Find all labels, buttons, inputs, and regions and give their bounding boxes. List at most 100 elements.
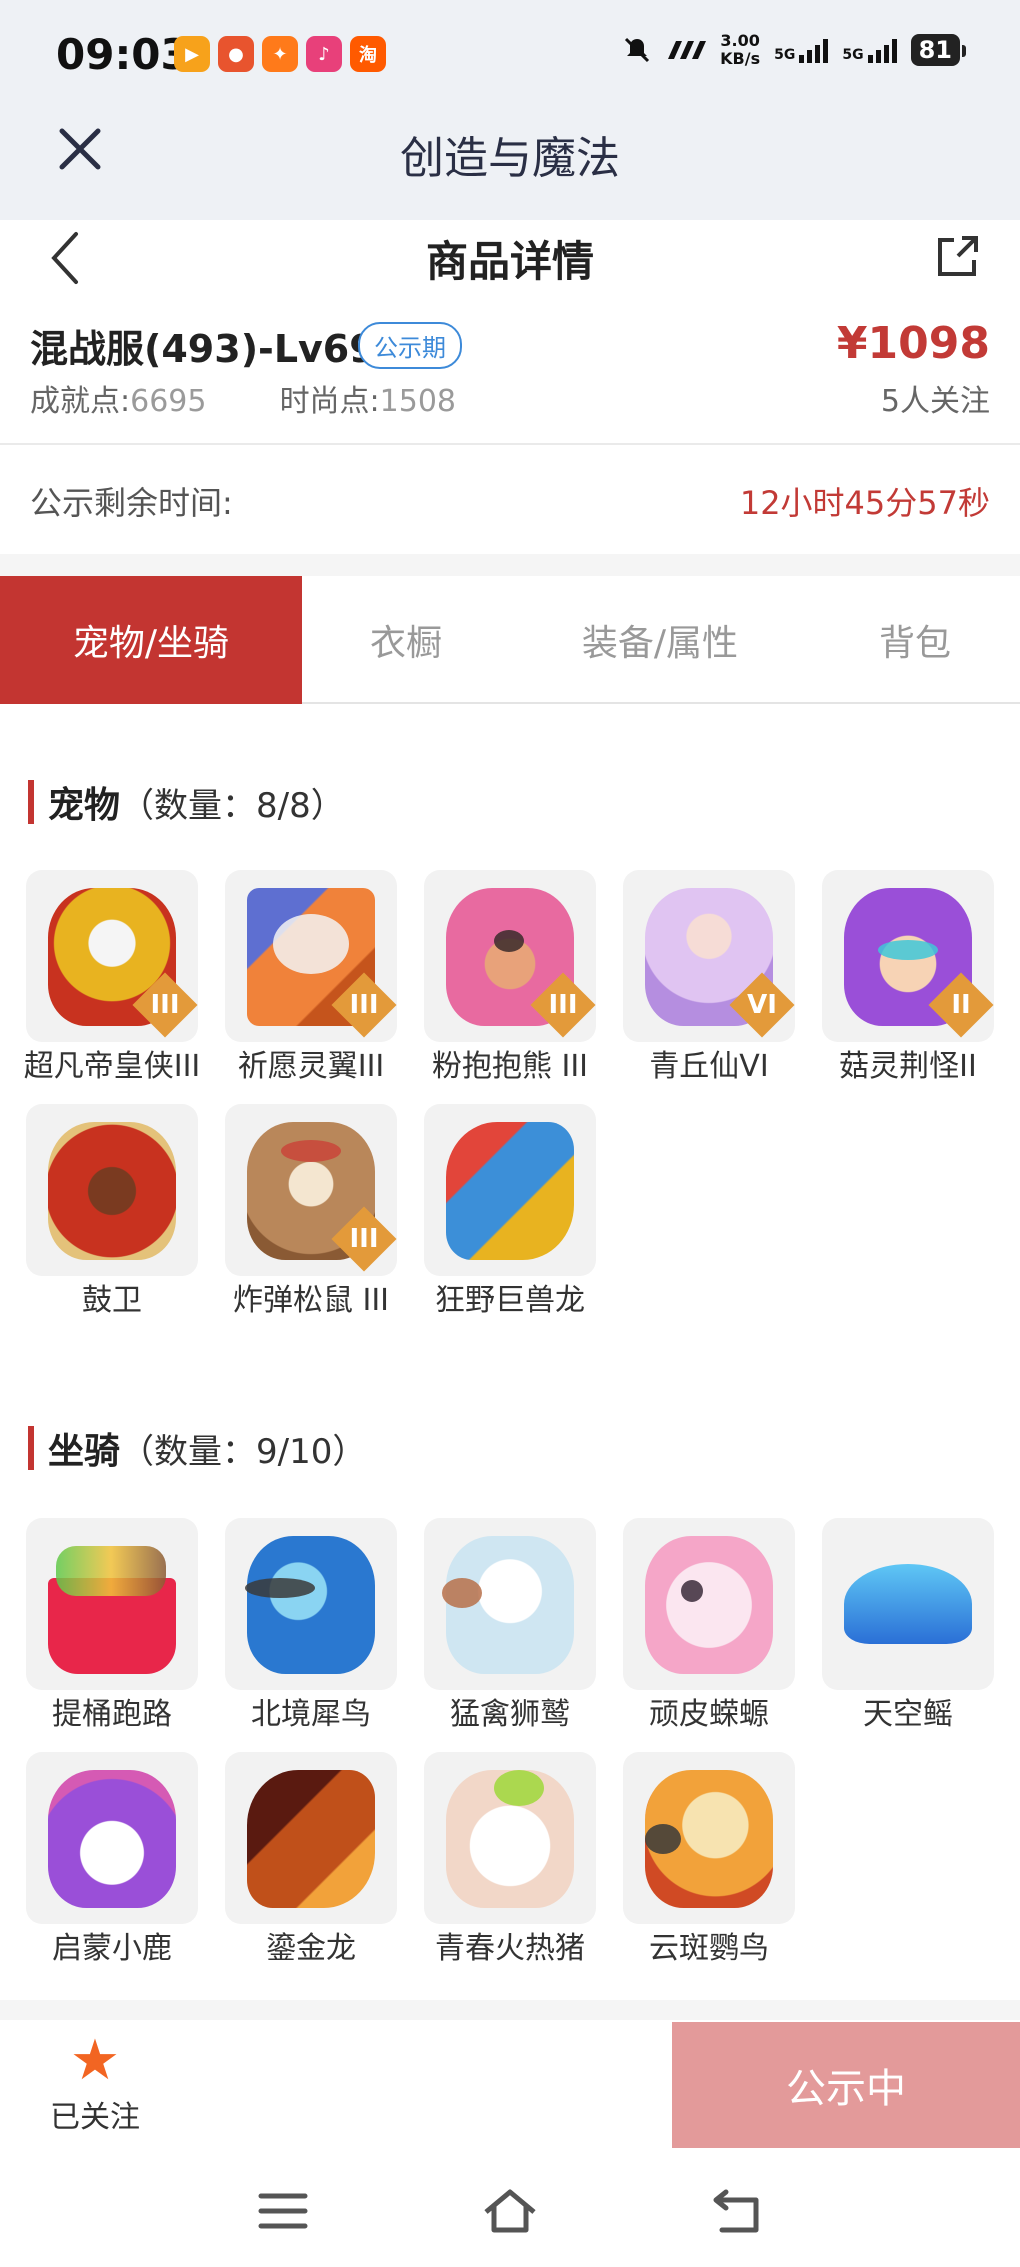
section-marker: [28, 1426, 34, 1470]
menu-icon[interactable]: [253, 2186, 313, 2236]
shopping-app-icon: 淘: [350, 36, 386, 72]
mount-name: 顽皮蝾螈: [649, 1697, 769, 1732]
achievement-label: 成就点:: [30, 384, 131, 419]
mount-item[interactable]: 鎏金龙: [225, 1752, 397, 1968]
pet-name: 超凡帝皇侠III: [23, 1049, 201, 1084]
pet-thumbnail: III: [26, 870, 198, 1042]
mount-item[interactable]: 提桶跑路: [26, 1518, 198, 1734]
pet-thumbnail: [424, 1104, 596, 1276]
mount-item[interactable]: 天空鳐: [822, 1518, 994, 1734]
mount-thumbnail: [623, 1752, 795, 1924]
pet-item[interactable]: III 炸弹松鼠 III: [225, 1104, 397, 1320]
pet-name: 菇灵荆怪II: [839, 1049, 977, 1084]
pet-name: 鼓卫: [82, 1283, 142, 1318]
pet-item[interactable]: III 超凡帝皇侠III: [24, 870, 200, 1086]
game-app-icon: ●: [218, 36, 254, 72]
follower-count: 5人关注: [880, 384, 990, 419]
signal-2: 5G: [842, 37, 897, 63]
fashion-label: 时尚点:: [279, 384, 380, 419]
follow-label: 已关注: [50, 2100, 140, 2135]
tab-pets-mounts[interactable]: 宠物/坐骑: [0, 576, 302, 704]
mount-name: 猛禽狮鹫: [450, 1697, 570, 1732]
pets-section-header: 宠物 （数量：8/8）: [28, 777, 345, 827]
tier-badge: II: [928, 972, 994, 1038]
mount-thumbnail: [623, 1518, 795, 1690]
pet-item[interactable]: III 粉抱抱熊 III: [424, 870, 596, 1086]
server-name: 混战服(493)-Lv69: [30, 327, 376, 371]
mount-thumbnail: [225, 1518, 397, 1690]
section-title: 坐骑: [48, 1431, 121, 1472]
section-count: （数量：9/10）: [120, 1431, 367, 1472]
video-app-icon: ▶: [174, 36, 210, 72]
pet-item[interactable]: 鼓卫: [26, 1104, 198, 1320]
status-time: 09:03: [56, 30, 190, 79]
section-count: （数量：8/8）: [120, 785, 345, 826]
pet-name: 粉抱抱熊 III: [431, 1049, 589, 1084]
return-icon[interactable]: [708, 2186, 768, 2236]
mount-name: 青春火热猪: [435, 1931, 585, 1966]
mount-thumbnail: [225, 1752, 397, 1924]
pet-thumbnail: [26, 1104, 198, 1276]
status-indicators: 3.00 KB/s 5G 5G 81: [622, 32, 967, 68]
mount-item[interactable]: 青春火热猪: [424, 1752, 596, 1968]
mount-name: 云斑鹦鸟: [649, 1931, 769, 1966]
mount-item[interactable]: 启蒙小鹿: [26, 1752, 198, 1968]
countdown-value: 12小时45分57秒: [739, 484, 990, 522]
status-badge: 公示期: [358, 322, 462, 369]
tier-badge: III: [331, 972, 397, 1038]
fashion-value: 1508: [379, 384, 457, 419]
tab-backpack[interactable]: 背包: [810, 576, 1020, 704]
pet-thumbnail: III: [225, 870, 397, 1042]
divider: [0, 554, 1020, 576]
mount-thumbnail: [822, 1518, 994, 1690]
share-icon[interactable]: [932, 232, 982, 282]
tier-badge: III: [132, 972, 198, 1038]
pet-name: 青丘仙VI: [649, 1049, 769, 1084]
price: ¥1098: [836, 318, 990, 369]
battery-icon: 81: [910, 34, 967, 66]
sports-app-icon: ✦: [262, 36, 298, 72]
divider: [0, 443, 1020, 445]
signal-bars-icon: [867, 37, 897, 63]
carrier-icon: [668, 41, 707, 59]
pet-name: 祈愿灵翼III: [237, 1049, 385, 1084]
divider: [0, 2000, 1020, 2020]
mount-name: 天空鳐: [863, 1697, 953, 1732]
tier-badge: III: [530, 972, 596, 1038]
tab-wardrobe[interactable]: 衣橱: [302, 576, 510, 704]
mount-thumbnail: [26, 1518, 198, 1690]
signal-bars-icon: [799, 37, 829, 63]
mount-item[interactable]: 云斑鹦鸟: [623, 1752, 795, 1968]
network-speed: 3.00 KB/s: [720, 32, 760, 68]
product-stats: 成就点:6695 时尚点:1508: [30, 376, 456, 420]
mount-item[interactable]: 北境犀鸟: [225, 1518, 397, 1734]
mount-item[interactable]: 顽皮蝾螈: [623, 1518, 795, 1734]
pet-thumbnail: III: [225, 1104, 397, 1276]
mute-icon: [625, 37, 650, 63]
pet-thumbnail: III: [424, 870, 596, 1042]
mount-item[interactable]: 猛禽狮鹫: [424, 1518, 596, 1734]
section-marker: [28, 780, 34, 824]
countdown-label: 公示剩余时间:: [30, 484, 233, 522]
tab-equipment[interactable]: 装备/属性: [510, 576, 810, 704]
mount-thumbnail: [424, 1752, 596, 1924]
network-type-2: 5G: [842, 47, 864, 63]
mount-name: 提桶跑路: [52, 1697, 172, 1732]
signal-1: 5G: [774, 37, 829, 63]
mount-name: 启蒙小鹿: [52, 1931, 172, 1966]
page-title: 商品详情: [425, 237, 594, 286]
home-icon[interactable]: [480, 2186, 540, 2236]
follow-button[interactable]: ★ 已关注: [30, 2030, 160, 2140]
pet-thumbnail: VI: [623, 870, 795, 1042]
pet-item[interactable]: II 菇灵荆怪II: [822, 870, 994, 1086]
pet-item[interactable]: VI 青丘仙VI: [623, 870, 795, 1086]
star-icon: ★: [69, 2028, 121, 2093]
pet-item[interactable]: 狂野巨兽龙: [424, 1104, 596, 1320]
pet-item[interactable]: III 祈愿灵翼III: [225, 870, 397, 1086]
mounts-section-header: 坐骑 （数量：9/10）: [28, 1423, 366, 1473]
mount-name: 鎏金龙: [266, 1931, 356, 1966]
tab-bar: 宠物/坐骑 衣橱 装备/属性 背包: [0, 576, 1020, 704]
publicity-status-button[interactable]: 公示中: [672, 2022, 1020, 2148]
pet-name: 狂野巨兽龙: [435, 1283, 585, 1318]
pet-thumbnail: II: [822, 870, 994, 1042]
